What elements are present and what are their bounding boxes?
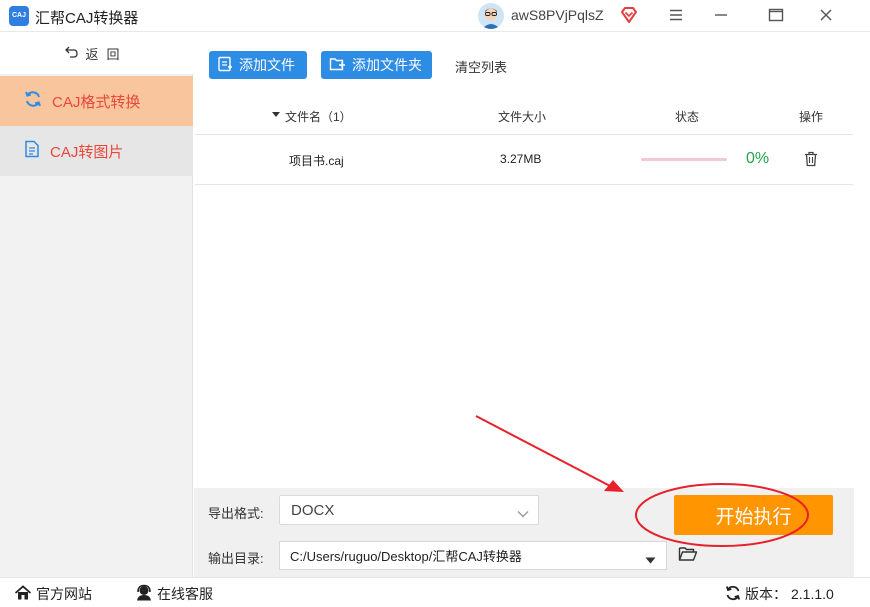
online-support-link[interactable]: 在线客服 [135,584,213,604]
annotation-arrowhead [604,480,624,492]
annotation-arrow [475,415,613,488]
status-bar: 官方网站 在线客服 版本： 2.1.1.0 [0,577,870,607]
annotation-overlay [475,415,809,547]
annotation-circle [635,483,809,547]
official-website-link[interactable]: 官方网站 [14,584,92,604]
version-info: 版本： 2.1.1.0 [725,584,834,604]
version-label: 版本： [745,586,787,602]
home-icon [14,584,32,604]
sync-icon [725,585,741,604]
online-support-label: 在线客服 [157,586,213,602]
support-headset-icon [135,584,153,604]
version-value: 2.1.1.0 [791,586,834,602]
official-website-label: 官方网站 [36,586,92,602]
